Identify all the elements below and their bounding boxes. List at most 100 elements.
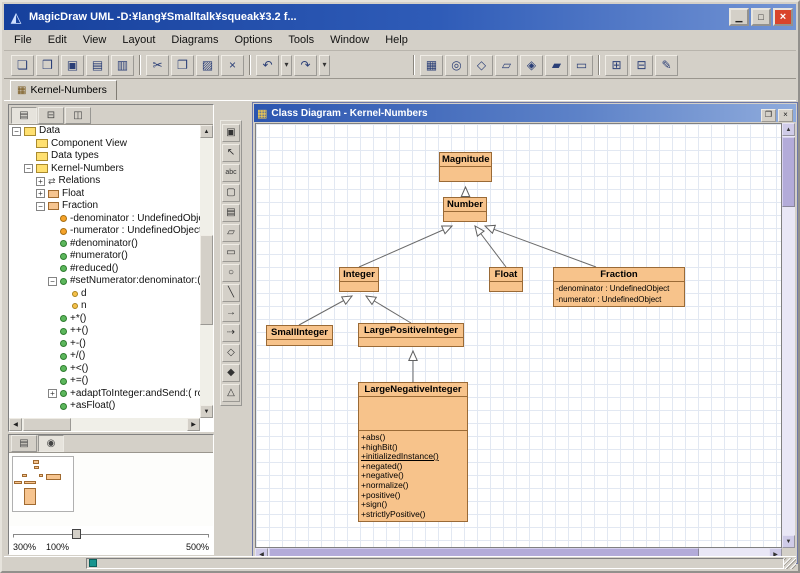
tree-vertical-scrollbar[interactable]: ▲ ▼ — [200, 125, 213, 418]
diagram-canvas[interactable]: Magnitude Number Integer Float Fraction -deno… — [255, 123, 782, 548]
class-magnitude[interactable]: Magnitude — [439, 152, 492, 182]
activity-diagram-button[interactable]: ▰ — [545, 54, 568, 76]
menu-tools[interactable]: Tools — [280, 32, 322, 48]
scrollbar-thumb[interactable] — [23, 418, 71, 431]
tree-item-float[interactable]: + Float — [9, 188, 200, 201]
scrollbar-thumb[interactable] — [782, 137, 795, 207]
tree-item-node[interactable]: +*() — [9, 313, 200, 326]
tree-item-fraction[interactable]: − Fraction — [9, 200, 200, 213]
resize-grip[interactable] — [784, 557, 796, 569]
minimize-button[interactable]: ▁ — [729, 8, 749, 26]
copy-button[interactable]: ❐ — [171, 54, 194, 76]
new-project-button[interactable]: ❏ — [11, 54, 34, 76]
scroll-up-button[interactable]: ▲ — [200, 125, 213, 138]
composition-tool[interactable]: ◆ — [222, 364, 240, 382]
aggregation-tool[interactable]: ◇ — [222, 344, 240, 362]
class-smallinteger[interactable]: SmallInteger — [266, 325, 333, 346]
scroll-right-button[interactable]: ▶ — [187, 418, 200, 431]
class-fraction[interactable]: Fraction -denominator : UndefinedObject -n… — [553, 267, 685, 307]
menu-options[interactable]: Options — [226, 32, 280, 48]
class-integer[interactable]: Integer — [339, 267, 379, 292]
inheritance-tree-tab[interactable]: ⊟ — [38, 107, 64, 124]
open-project-button[interactable]: ❒ — [36, 54, 59, 76]
tree-item-node[interactable]: +=() — [9, 375, 200, 388]
scroll-down-button[interactable]: ▼ — [782, 535, 795, 548]
print-button[interactable]: ▤ — [86, 54, 109, 76]
tree-item-node[interactable]: +<() — [9, 363, 200, 376]
lock-tool[interactable]: ▣ — [222, 124, 240, 142]
note-tool[interactable]: ▢ — [222, 184, 240, 202]
tree-item-n[interactable]: n — [9, 300, 200, 313]
delete-button[interactable]: × — [221, 54, 244, 76]
menu-file[interactable]: File — [6, 32, 40, 48]
diagram-window-titlebar[interactable]: ▦ Class Diagram - Kernel-Numbers ❐ × — [254, 104, 796, 122]
tree-item-denominator-undefinedobjec[interactable]: -denominator : UndefinedObjec — [9, 213, 200, 226]
dependency-tool[interactable]: ⇢ — [222, 324, 240, 342]
package-tool[interactable]: ▱ — [222, 224, 240, 242]
zoom-tab[interactable]: ◉ — [38, 435, 64, 452]
sequence-diagram-button[interactable]: ▱ — [495, 54, 518, 76]
scroll-left-button[interactable]: ◀ — [9, 418, 22, 431]
tree-item-data-types[interactable]: Data types — [9, 150, 200, 163]
tree-expander[interactable]: + — [36, 189, 45, 199]
menu-edit[interactable]: Edit — [40, 32, 75, 48]
menu-diagrams[interactable]: Diagrams — [163, 32, 226, 48]
class-number[interactable]: Number — [443, 197, 487, 222]
redo-button[interactable]: ↷ — [294, 54, 317, 76]
class-largepositiveinteger[interactable]: LargePositiveInteger — [358, 323, 464, 347]
diagram-restore-button[interactable]: ❐ — [761, 108, 776, 122]
menu-layout[interactable]: Layout — [114, 32, 163, 48]
line-tool[interactable]: ╲ — [222, 284, 240, 302]
menu-help[interactable]: Help — [377, 32, 416, 48]
tree-expander[interactable]: − — [12, 126, 21, 136]
tree-item-relations[interactable]: + ⇄ Relations — [9, 175, 200, 188]
statechart-diagram-button[interactable]: ◈ — [520, 54, 543, 76]
remove-package-button[interactable]: ⊟ — [630, 54, 653, 76]
undo-button[interactable]: ↶ — [256, 54, 279, 76]
tree-expander[interactable]: − — [24, 164, 33, 174]
menu-window[interactable]: Window — [322, 32, 377, 48]
tree-item-denominator[interactable]: #denominator() — [9, 238, 200, 251]
class-largenegativeinteger[interactable]: LargeNegativeInteger +abs() +highBit() +ini… — [358, 382, 468, 523]
class-float[interactable]: Float — [489, 267, 523, 292]
zoom-slider[interactable] — [13, 528, 209, 540]
menu-view[interactable]: View — [75, 32, 115, 48]
tree-item-kernel-numbers[interactable]: − Kernel-Numbers — [9, 163, 200, 176]
paste-button[interactable]: ▨ — [196, 54, 219, 76]
tree-horizontal-scrollbar[interactable]: ◀ ▶ — [9, 418, 200, 431]
text-tool[interactable]: abc — [222, 164, 240, 182]
tree-item-adapttointeger-andsend-rc[interactable]: + +adaptToInteger:andSend:( rc — [9, 388, 200, 401]
diagram-close-button[interactable]: × — [778, 108, 793, 122]
close-button[interactable]: × — [773, 8, 793, 26]
tree-item-numerator-undefinedobject[interactable]: -numerator : UndefinedObject — [9, 225, 200, 238]
containment-tree-tab[interactable]: ▤ — [11, 107, 37, 124]
tree-expander[interactable]: − — [36, 201, 45, 211]
use-case-diagram-button[interactable]: ◎ — [445, 54, 468, 76]
tree-item-node[interactable]: +-() — [9, 338, 200, 351]
tree-expander[interactable]: + — [48, 389, 57, 399]
add-package-button[interactable]: ⊞ — [605, 54, 628, 76]
generalization-tool[interactable]: △ — [222, 384, 240, 402]
documentation-tab[interactable]: ▤ — [11, 435, 37, 452]
cut-button[interactable]: ✂ — [146, 54, 169, 76]
undo-dropdown[interactable]: ▾ — [281, 54, 292, 76]
tree-item-component-view[interactable]: Component View — [9, 138, 200, 151]
interface-tool[interactable]: ○ — [222, 264, 240, 282]
scroll-down-button[interactable]: ▼ — [200, 405, 213, 418]
tree-item-d[interactable]: d — [9, 288, 200, 301]
tree-item-asfloat[interactable]: +asFloat() — [9, 400, 200, 413]
tree-item-numerator[interactable]: #numerator() — [9, 250, 200, 263]
collaboration-diagram-button[interactable]: ◇ — [470, 54, 493, 76]
tree-item-reduced[interactable]: #reduced() — [9, 263, 200, 276]
overview-thumbnail[interactable] — [12, 456, 74, 512]
redo-dropdown[interactable]: ▾ — [319, 54, 330, 76]
implementation-diagram-button[interactable]: ▭ — [570, 54, 593, 76]
select-tool[interactable]: ↖ — [222, 144, 240, 162]
note-button[interactable]: ✎ — [655, 54, 678, 76]
maximize-button[interactable]: □ — [751, 8, 771, 26]
tree-item-node[interactable]: +/() — [9, 350, 200, 363]
tree-expander[interactable]: − — [48, 276, 57, 286]
diagram-vertical-scrollbar[interactable]: ▲ ▼ — [782, 123, 795, 548]
save-project-button[interactable]: ▣ — [61, 54, 84, 76]
tree-item-node[interactable]: ++() — [9, 325, 200, 338]
